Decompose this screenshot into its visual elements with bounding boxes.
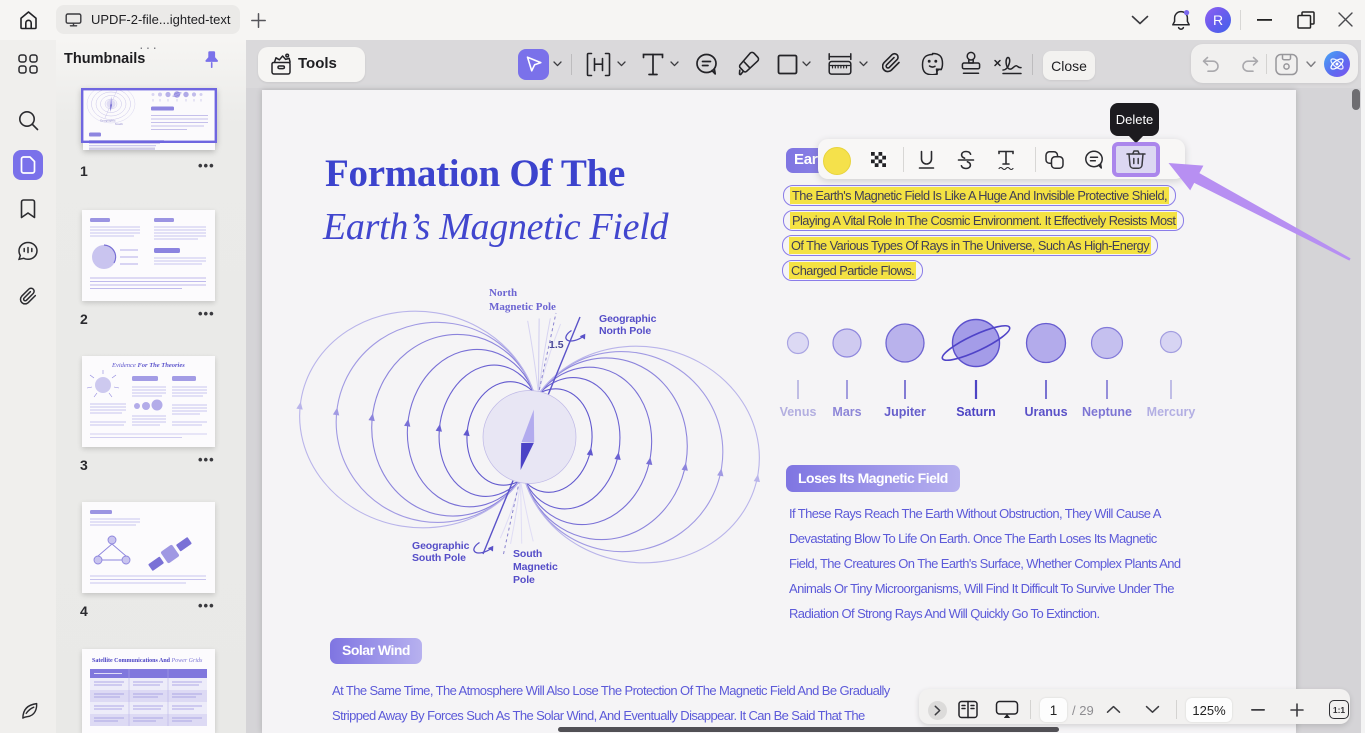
svg-text:Mars: Mars bbox=[832, 405, 861, 419]
svg-text:Uranus: Uranus bbox=[1024, 405, 1067, 419]
svg-text:Venus: Venus bbox=[780, 405, 817, 419]
svg-text:Neptune: Neptune bbox=[1082, 405, 1132, 419]
svg-text:Satellite Communications And P: Satellite Communications And Power Grids bbox=[92, 658, 203, 664]
svg-text:1.5: 1.5 bbox=[549, 339, 564, 351]
svg-text:South: South bbox=[115, 122, 123, 126]
svg-text:Evidence For The Theories: Evidence For The Theories bbox=[111, 362, 185, 369]
svg-text:Jupiter: Jupiter bbox=[884, 405, 926, 419]
svg-text:Mercury: Mercury bbox=[1147, 405, 1196, 419]
svg-text:Geographic: Geographic bbox=[100, 119, 116, 123]
svg-text:Saturn: Saturn bbox=[956, 405, 996, 419]
